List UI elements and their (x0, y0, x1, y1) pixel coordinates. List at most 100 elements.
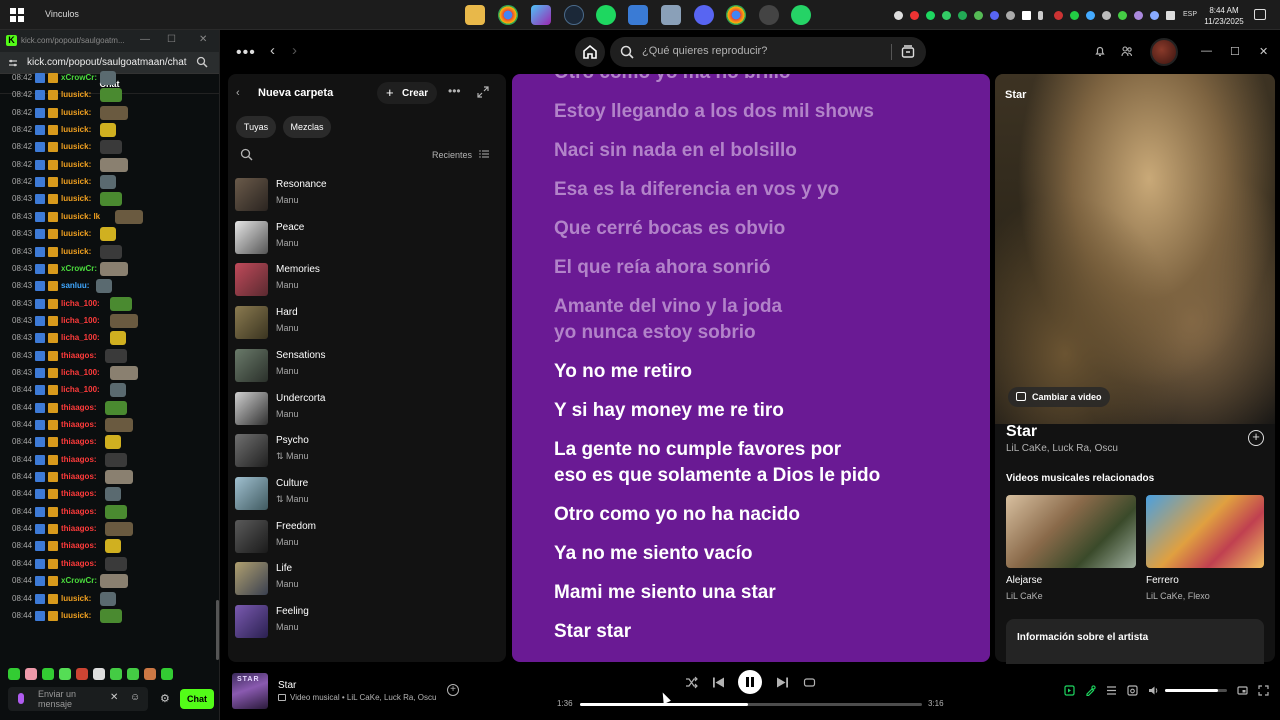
tray-icon-7[interactable] (1022, 11, 1031, 20)
main-menu-icon[interactable]: ••• (236, 44, 256, 62)
chat-username[interactable]: thiaagos: (61, 521, 97, 537)
playlist-item[interactable]: Hard Manu (235, 304, 495, 342)
microphone-icon[interactable] (18, 693, 24, 704)
chat-username[interactable]: licha_100: (61, 296, 100, 312)
microphone-icon[interactable] (1038, 11, 1043, 20)
now-playing-title[interactable]: Star (278, 680, 296, 691)
chat-username[interactable]: thiaagos: (61, 538, 97, 554)
track-title[interactable]: Star (1006, 423, 1037, 441)
list-view-icon[interactable] (479, 149, 489, 159)
chat-username[interactable]: thiaagos: (61, 504, 97, 520)
now-playing-subtitle[interactable]: Video musical • LiL CaKe, Luck Ra, Oscu (278, 693, 436, 702)
lyric-line[interactable]: Star star (554, 619, 974, 645)
store-icon[interactable] (628, 5, 648, 25)
lyric-line[interactable]: Otro como yo ma no brillo (554, 74, 974, 86)
lyrics-icon[interactable] (1085, 685, 1096, 696)
github-icon[interactable] (759, 5, 779, 25)
playlist-item[interactable]: Sensations Manu (235, 347, 495, 385)
site-settings-icon[interactable] (8, 58, 18, 68)
emote-2[interactable] (25, 668, 37, 680)
emote-9[interactable] (144, 668, 156, 680)
library-search-icon[interactable] (240, 148, 253, 161)
related-video-thumbnail[interactable] (1006, 495, 1136, 568)
playlist-item[interactable]: Psycho ⇅ Manu (235, 432, 495, 470)
lyric-line[interactable]: Mami me siento una star (554, 580, 974, 606)
chat-settings-gear-icon[interactable]: ⚙ (160, 692, 170, 705)
add-to-library-icon[interactable]: + (1248, 430, 1264, 446)
sort-dropdown[interactable]: Recientes (432, 150, 472, 160)
chat-message-input[interactable]: Enviar un mensaje ✕ ☺ (8, 687, 148, 711)
chat-username[interactable]: thiaagos: (61, 417, 97, 433)
lyric-line[interactable]: Estoy llegando a los dos mil shows (554, 99, 974, 125)
tray-icon-1[interactable] (894, 11, 903, 20)
clock[interactable]: 8:44 AM 11/23/2025 (1200, 5, 1248, 27)
chat-username[interactable]: luusick: (61, 608, 91, 624)
chat-username[interactable]: luusick: (61, 226, 91, 242)
chat-username[interactable]: luusick: (61, 139, 91, 155)
tray-icon-11[interactable] (1102, 11, 1111, 20)
browse-icon[interactable] (901, 45, 915, 59)
chat-username[interactable]: licha_100: (61, 313, 100, 329)
lyric-line[interactable]: Y si hay money me re tiro (554, 398, 974, 424)
chat-username[interactable]: luusick: (61, 244, 91, 260)
home-button[interactable] (575, 37, 605, 67)
minimize-icon[interactable]: — (1201, 45, 1212, 57)
maximize-icon[interactable]: ☐ (1230, 45, 1240, 58)
lyric-line[interactable]: Nadie me queda frente (554, 658, 974, 662)
chat-username[interactable]: luusick: (61, 174, 91, 190)
chat-username[interactable]: licha_100: (61, 365, 100, 381)
tray-icon-6[interactable] (1006, 11, 1015, 20)
chat-username[interactable]: xCrowCr: (61, 261, 97, 277)
related-video-thumbnail[interactable] (1146, 495, 1264, 568)
emote-7[interactable] (110, 668, 122, 680)
tray-icon-10[interactable] (1086, 11, 1095, 20)
playlist-item[interactable]: Culture ⇅ Manu (235, 475, 495, 513)
chat-send-button[interactable]: Chat (180, 689, 214, 709)
previous-icon[interactable] (712, 676, 725, 689)
playlist-item[interactable]: Peace Manu (235, 219, 495, 257)
emote-6[interactable] (93, 668, 105, 680)
search-input[interactable]: ¿Qué quieres reproducir? (610, 37, 926, 67)
volume-slider[interactable] (1165, 689, 1227, 692)
chat-username[interactable]: sanluu: (61, 278, 89, 294)
back-arrow-icon[interactable]: ‹ (270, 42, 275, 59)
playlist-item[interactable]: Life Manu (235, 560, 495, 598)
now-playing-view-icon[interactable] (1064, 685, 1075, 696)
lyric-line[interactable]: Esa es la diferencia en vos y yo (554, 177, 974, 203)
next-icon[interactable] (776, 676, 789, 689)
related-video-artist[interactable]: LiL CaKe, Flexo (1146, 591, 1210, 601)
lyric-line[interactable]: Otro como yo no ha nacido (554, 502, 974, 528)
emote-4[interactable] (59, 668, 71, 680)
tray-icon-5[interactable] (974, 11, 983, 20)
chat-username[interactable]: luusick: (61, 157, 91, 173)
miniplayer-icon[interactable] (1237, 685, 1248, 696)
chat-username[interactable]: luusick: (61, 591, 91, 607)
playlist-item[interactable]: Freedom Manu (235, 518, 495, 556)
chat-username[interactable]: licha_100: (61, 330, 100, 346)
discord-tray-icon[interactable] (990, 11, 999, 20)
tray-icon-2[interactable] (910, 11, 919, 20)
lyric-line[interactable]: El que reía ahora sonrió (554, 255, 974, 281)
language-indicator[interactable]: ESP (1183, 11, 1197, 18)
create-button[interactable]: + Crear (377, 82, 437, 104)
related-video-artist[interactable]: LiL CaKe (1006, 591, 1043, 601)
music-video-artwork[interactable] (995, 74, 1275, 424)
repeat-icon[interactable] (803, 676, 816, 689)
close-icon[interactable]: ✕ (199, 34, 207, 45)
spotify-icon[interactable] (596, 5, 616, 25)
forward-arrow-icon[interactable]: › (292, 42, 297, 59)
user-avatar[interactable] (1150, 38, 1178, 66)
fullscreen-icon[interactable] (1258, 685, 1269, 696)
chat-username[interactable]: luusick: (61, 87, 91, 103)
pause-button[interactable] (738, 670, 762, 694)
lyric-line[interactable]: La gente no cumple favores por eso es qu… (554, 437, 974, 489)
lyric-line[interactable]: Amante del vino y la joda yo nunca estoy… (554, 294, 974, 346)
related-video-title[interactable]: Alejarse (1006, 575, 1042, 586)
tray-icon-12[interactable] (1118, 11, 1127, 20)
bell-icon[interactable] (1094, 45, 1106, 57)
spotify-tray-icon[interactable] (926, 11, 935, 20)
maximize-icon[interactable]: ☐ (167, 34, 176, 45)
emote-10[interactable] (161, 668, 173, 680)
friend-activity-icon[interactable] (1121, 45, 1133, 57)
chat-username[interactable]: luusick: (61, 122, 91, 138)
